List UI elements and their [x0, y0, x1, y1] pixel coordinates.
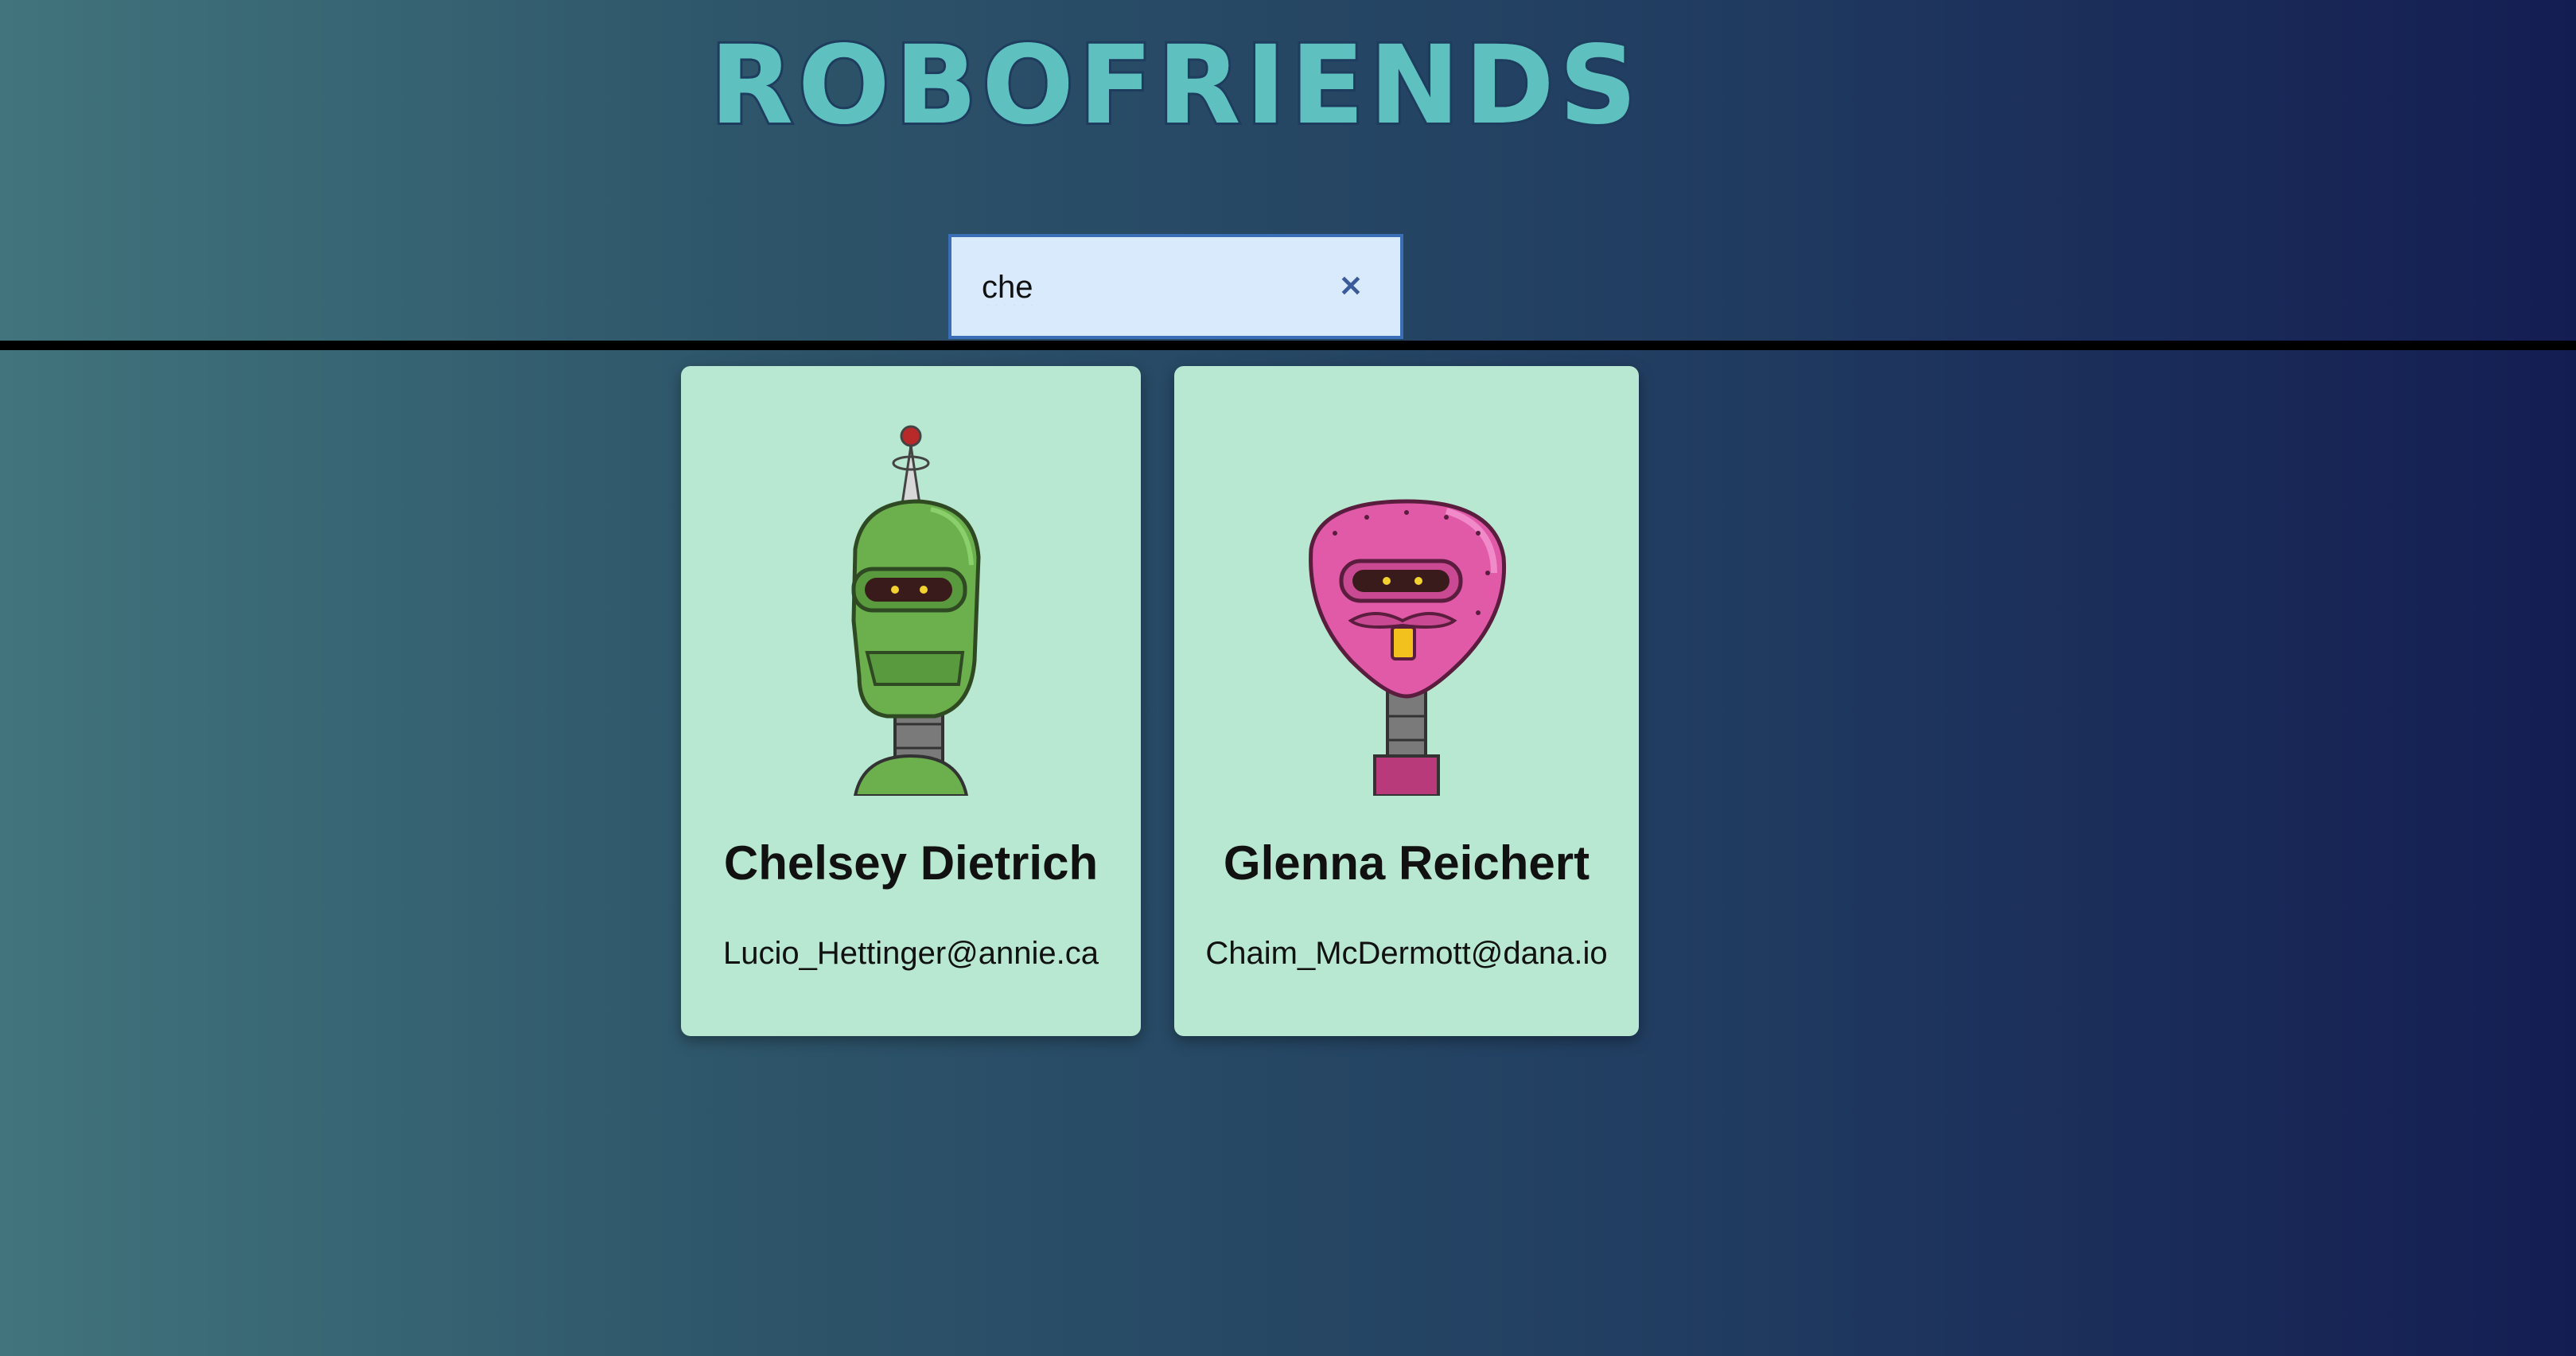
search-input[interactable]	[980, 259, 1330, 315]
close-icon[interactable]: ✕	[1333, 269, 1368, 304]
robot-card[interactable]: Chelsey Dietrich Lucio_Hettinger@annie.c…	[681, 366, 1141, 1036]
app-title: ROBOFRIENDS	[707, 23, 1642, 149]
robot-avatar-image	[1309, 499, 1507, 796]
robot-card[interactable]: Glenna Reichert Chaim_McDermott@dana.io	[1174, 366, 1639, 1036]
search-box[interactable]: ✕	[948, 234, 1403, 339]
header-divider	[0, 341, 2576, 350]
robot-email: Chaim_McDermott@dana.io	[1205, 936, 1608, 971]
robot-name: Chelsey Dietrich	[723, 836, 1099, 890]
robot-name: Glenna Reichert	[1223, 836, 1590, 890]
robot-email: Lucio_Hettinger@annie.ca	[722, 936, 1099, 971]
robot-avatar-image	[851, 425, 981, 796]
